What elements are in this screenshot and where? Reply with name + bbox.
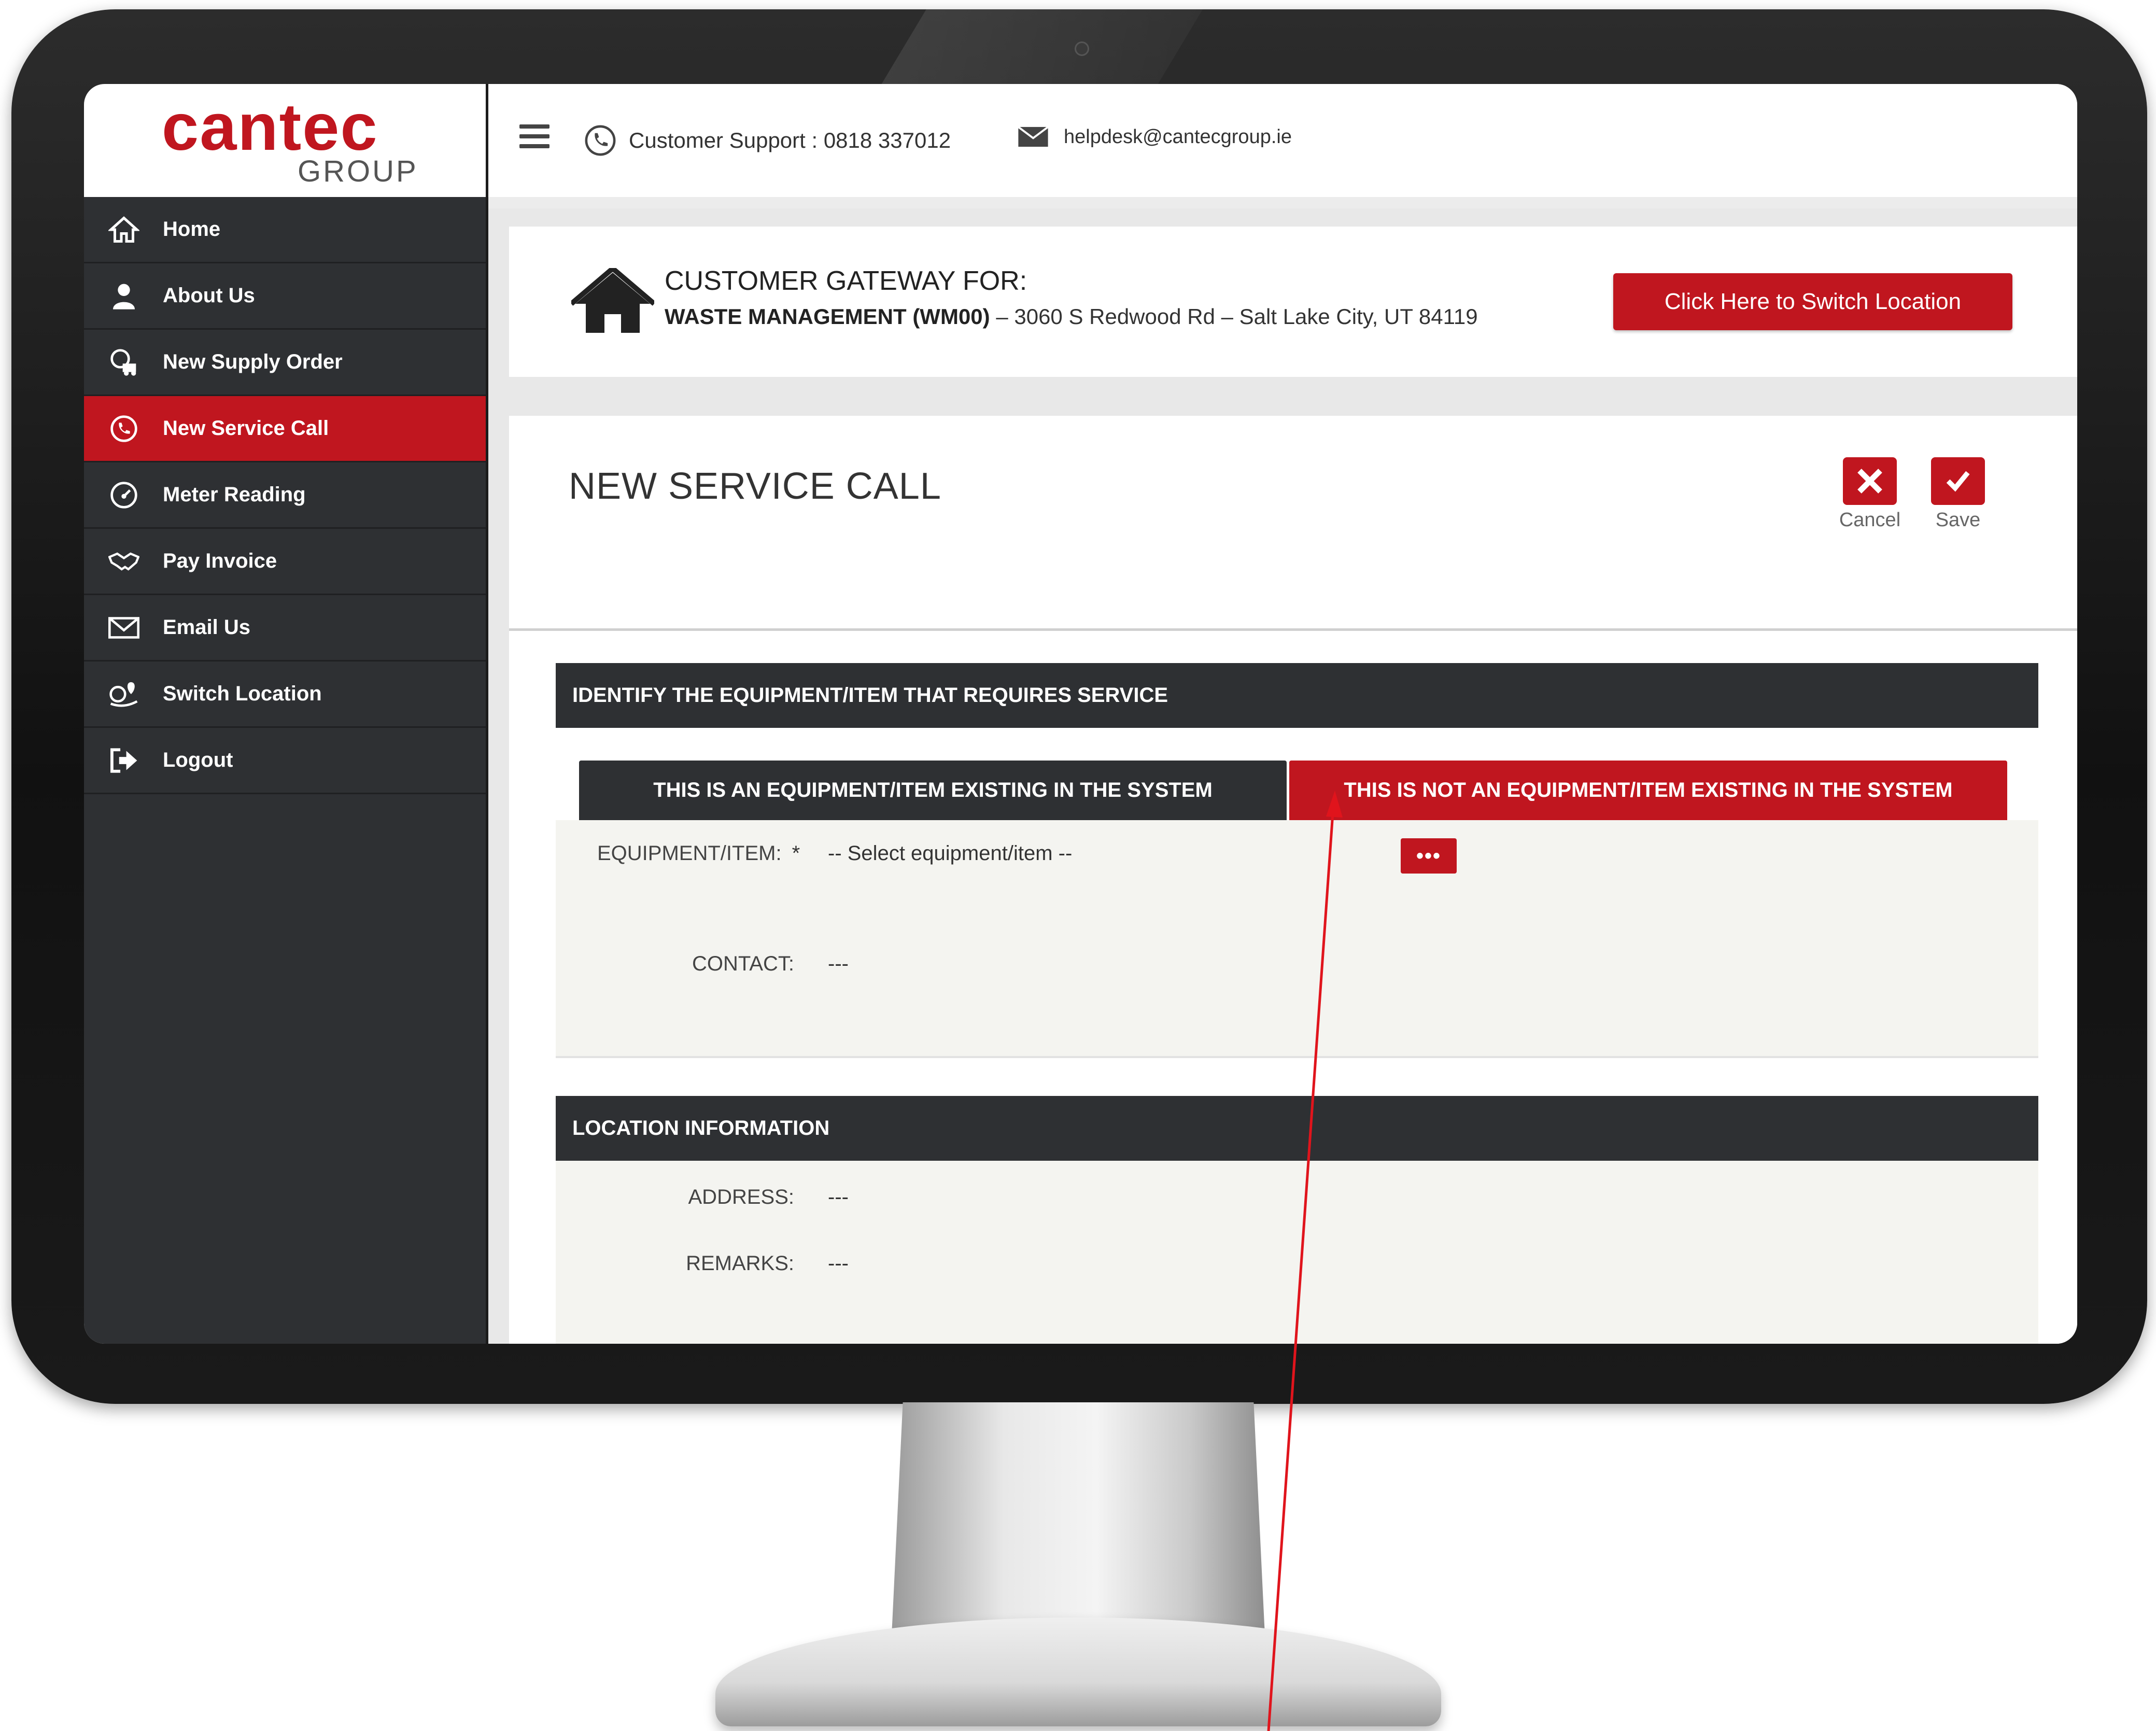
equipment-select[interactable]: -- Select equipment/item -- bbox=[828, 842, 1072, 865]
mail-icon bbox=[1018, 126, 1049, 147]
customer-gateway-panel: CUSTOMER GATEWAY FOR: WASTE MANAGEMENT (… bbox=[509, 227, 2077, 377]
checkmark-icon bbox=[1946, 471, 1970, 492]
sidebar-item-label: About Us bbox=[163, 284, 255, 307]
gateway-title: CUSTOMER GATEWAY FOR: bbox=[665, 266, 1027, 296]
sidebar-item-label: Switch Location bbox=[163, 682, 322, 705]
required-asterisk: * bbox=[792, 842, 800, 865]
sidebar-item-logout[interactable]: Logout bbox=[84, 728, 486, 794]
sidebar-item-new-service-call[interactable]: New Service Call bbox=[84, 396, 486, 462]
bezel-glare bbox=[881, 9, 1203, 85]
save-label: Save bbox=[1935, 509, 1981, 531]
cancel-label: Cancel bbox=[1839, 509, 1901, 531]
title-divider bbox=[509, 628, 2077, 631]
logout-icon bbox=[106, 745, 142, 776]
sidebar-item-about-us[interactable]: About Us bbox=[84, 263, 486, 330]
sidebar-item-label: Logout bbox=[163, 749, 233, 771]
envelope-icon bbox=[106, 612, 142, 643]
close-icon bbox=[1857, 469, 1882, 494]
gateway-address: – 3060 S Redwood Rd – Salt Lake City, UT… bbox=[990, 304, 1478, 329]
switch-location-button[interactable]: Click Here to Switch Location bbox=[1613, 273, 2012, 330]
screen: cantec GROUP Home About Us New Supply Or… bbox=[84, 84, 2077, 1344]
helpdesk-email[interactable]: helpdesk@cantecgroup.ie bbox=[1017, 125, 1292, 148]
address-value: --- bbox=[828, 1186, 849, 1208]
house-icon bbox=[571, 268, 654, 333]
tab-existing-equipment[interactable]: THIS IS AN EQUIPMENT/ITEM EXISTING IN TH… bbox=[579, 761, 1287, 820]
switch-location-icon bbox=[106, 679, 142, 710]
user-icon bbox=[106, 280, 142, 312]
sidebar-item-label: Meter Reading bbox=[163, 483, 306, 506]
sidebar-item-label: New Service Call bbox=[163, 417, 329, 440]
equipment-label: EQUIPMENT/ITEM: * bbox=[597, 842, 800, 865]
sidebar-item-home[interactable]: Home bbox=[84, 197, 486, 263]
monitor-stand-base bbox=[715, 1617, 1441, 1726]
home-icon bbox=[106, 214, 142, 245]
service-call-icon bbox=[106, 413, 142, 444]
sidebar-item-label: Email Us bbox=[163, 616, 250, 639]
sidebar-item-new-supply-order[interactable]: New Supply Order bbox=[84, 330, 486, 396]
section-header-location: LOCATION INFORMATION bbox=[556, 1096, 2038, 1161]
logo-subtitle: GROUP bbox=[298, 154, 418, 188]
gateway-location: WASTE MANAGEMENT (WM00) – 3060 S Redwood… bbox=[665, 304, 1478, 329]
sidebar-item-label: Pay Invoice bbox=[163, 550, 277, 572]
monitor-stand-neck bbox=[892, 1402, 1265, 1636]
new-service-call-panel: NEW SERVICE CALL Cancel Save IDENTIFY TH… bbox=[509, 416, 2077, 1344]
hamburger-menu-icon[interactable] bbox=[519, 124, 549, 148]
customer-support: Customer Support : 0818 337012 bbox=[584, 124, 951, 157]
section-header-equipment: IDENTIFY THE EQUIPMENT/ITEM THAT REQUIRE… bbox=[556, 663, 2038, 728]
contact-value: --- bbox=[828, 952, 849, 975]
page-title: NEW SERVICE CALL bbox=[569, 466, 941, 507]
remarks-label: REMARKS: bbox=[686, 1252, 794, 1275]
sidebar-item-switch-location[interactable]: Switch Location bbox=[84, 662, 486, 728]
sidebar-item-pay-invoice[interactable]: Pay Invoice bbox=[84, 529, 486, 595]
webcam-icon bbox=[1075, 41, 1089, 56]
cancel-button[interactable]: Cancel bbox=[1834, 457, 1906, 531]
supply-order-icon bbox=[106, 347, 142, 378]
sidebar-item-meter-reading[interactable]: Meter Reading bbox=[84, 462, 486, 529]
handshake-icon bbox=[106, 546, 142, 577]
logo-wordmark: cantec bbox=[162, 90, 378, 164]
sidebar-item-label: Home bbox=[163, 218, 221, 241]
contact-label: CONTACT: bbox=[692, 952, 794, 975]
support-text: Customer Support : 0818 337012 bbox=[629, 128, 951, 152]
email-text: helpdesk@cantecgroup.ie bbox=[1064, 125, 1292, 148]
sidebar: cantec GROUP Home About Us New Supply Or… bbox=[84, 84, 488, 1344]
meter-icon bbox=[106, 480, 142, 511]
gateway-company: WASTE MANAGEMENT (WM00) bbox=[665, 304, 990, 329]
sidebar-item-label: New Supply Order bbox=[163, 350, 343, 373]
logo[interactable]: cantec GROUP bbox=[84, 84, 486, 197]
address-label: ADDRESS: bbox=[688, 1186, 795, 1208]
save-button[interactable]: Save bbox=[1922, 457, 1994, 531]
tab-not-existing-equipment[interactable]: THIS IS NOT AN EQUIPMENT/ITEM EXISTING I… bbox=[1289, 761, 2007, 820]
browse-equipment-button[interactable]: ••• bbox=[1401, 838, 1457, 874]
topbar: Customer Support : 0818 337012 helpdesk@… bbox=[488, 84, 2077, 208]
remarks-value: --- bbox=[828, 1252, 849, 1275]
phone-icon bbox=[585, 125, 616, 156]
sidebar-item-email-us[interactable]: Email Us bbox=[84, 595, 486, 662]
